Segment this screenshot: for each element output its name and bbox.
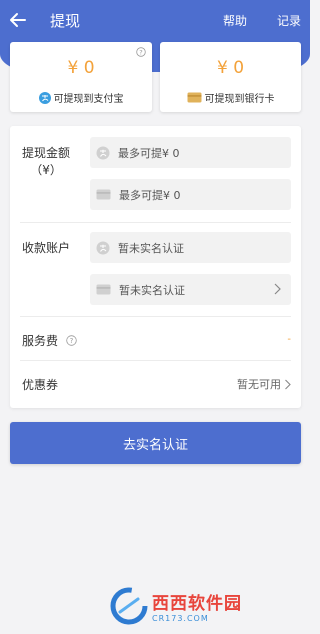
- bank-method-label: 可提现到银行卡: [204, 94, 275, 105]
- alipay-amount-input[interactable]: 最多可提¥ 0: [90, 137, 291, 168]
- alipay-icon: [38, 91, 51, 104]
- alipay-method-label: 可提现到支付宝: [53, 94, 124, 105]
- alipay-amount-placeholder: 最多可提¥ 0: [118, 146, 180, 160]
- alipay-method: 可提现到支付宝: [10, 90, 152, 105]
- bank-card-icon: [96, 284, 111, 295]
- help-question-icon[interactable]: ?: [136, 47, 146, 57]
- help-question-icon[interactable]: ?: [66, 335, 77, 346]
- bank-balance-card[interactable]: ¥ 0 可提现到银行卡: [160, 42, 301, 112]
- alipay-account-text: 暂未实名认证: [118, 241, 184, 255]
- watermark-main: 西西软件园: [152, 594, 242, 614]
- fee-value: -: [287, 334, 291, 345]
- record-button[interactable]: 记录: [277, 12, 301, 29]
- back-arrow-icon[interactable]: [6, 8, 30, 32]
- divider: [20, 360, 291, 361]
- svg-text:?: ?: [70, 337, 74, 345]
- alipay-amount: ¥ 0: [67, 58, 95, 78]
- svg-text:?: ?: [139, 48, 142, 56]
- account-label: 收款账户: [22, 241, 71, 255]
- withdraw-form: 提现金额 （¥） 最多可提¥ 0 最多可提¥ 0 收款账户 暂未实名认证 暂未实…: [10, 126, 301, 408]
- page-title: 提现: [50, 12, 81, 30]
- logo-icon: [110, 587, 148, 625]
- alipay-icon: [96, 241, 110, 255]
- bank-amount-placeholder: 最多可提¥ 0: [119, 188, 181, 202]
- fee-label: 服务费: [22, 334, 59, 348]
- watermark-logo: 西西软件园 CR173.COM: [110, 586, 290, 626]
- divider: [20, 222, 291, 223]
- alipay-account-field[interactable]: 暂未实名认证: [90, 232, 291, 263]
- chevron-right-icon: [274, 283, 281, 295]
- alipay-balance-card[interactable]: ? ¥ 0 可提现到支付宝: [10, 42, 152, 112]
- chevron-right-icon: [285, 379, 291, 389]
- bank-account-text: 暂未实名认证: [119, 283, 185, 297]
- bank-method: 可提现到银行卡: [160, 90, 301, 105]
- coupon-value: 暂无可用: [237, 378, 281, 391]
- amount-label: 提现金额 （¥）: [22, 145, 70, 179]
- bank-account-field[interactable]: 暂未实名认证: [90, 274, 291, 305]
- coupon-selector[interactable]: 暂无可用: [237, 376, 291, 392]
- fee-row: 服务费 ?: [22, 332, 77, 349]
- help-button[interactable]: 帮助: [223, 12, 247, 29]
- bank-card-icon: [96, 189, 111, 200]
- bank-card-icon: [187, 92, 201, 103]
- watermark-text: 西西软件园 CR173.COM: [152, 589, 242, 623]
- alipay-icon: [96, 146, 110, 160]
- bank-amount: ¥ 0: [216, 58, 245, 78]
- bank-amount-input[interactable]: 最多可提¥ 0: [90, 179, 291, 210]
- amount-label-text: 提现金额 （¥）: [22, 146, 71, 177]
- verify-identity-button[interactable]: 去实名认证: [10, 422, 301, 464]
- coupon-label: 优惠券: [22, 378, 59, 392]
- divider: [20, 316, 291, 317]
- watermark-sub: CR173.COM: [152, 614, 209, 623]
